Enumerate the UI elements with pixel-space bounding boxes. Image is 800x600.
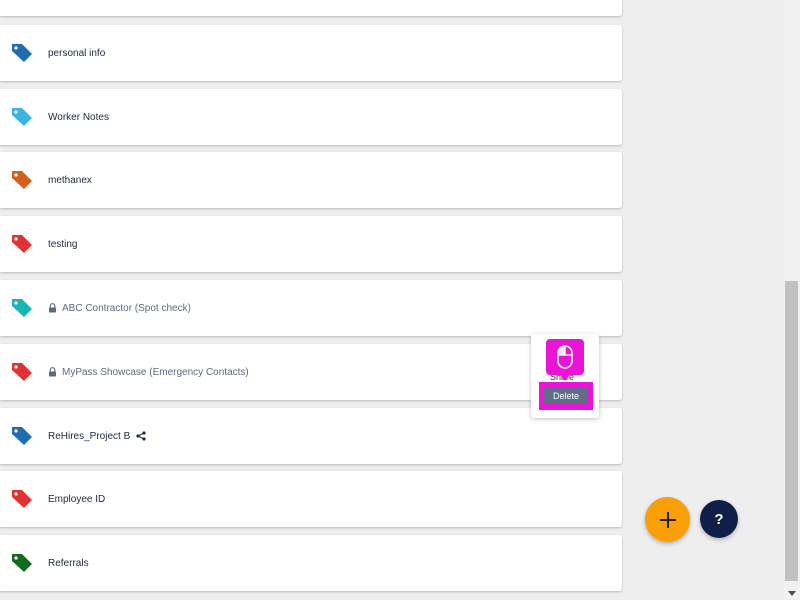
help-button[interactable]: ? xyxy=(700,500,738,538)
scrollbar-thumb[interactable] xyxy=(785,281,798,581)
list-item-label: Worker Notes xyxy=(48,111,109,123)
list-item[interactable]: ABC Contractor (Spot check) xyxy=(0,280,622,336)
list-item[interactable]: personal info xyxy=(0,25,622,81)
tag-icon xyxy=(12,44,32,62)
tag-icon xyxy=(12,235,32,253)
list-item-text: ReHires_Project B xyxy=(48,430,131,442)
mouse-cursor-marker xyxy=(546,339,584,381)
list-item-label: ABC Contractor (Spot check) xyxy=(48,303,191,314)
tag-icon xyxy=(12,171,32,189)
add-button[interactable] xyxy=(645,497,690,542)
tag-icon xyxy=(12,108,32,126)
tag-icon xyxy=(12,299,32,317)
tag-shape xyxy=(12,44,32,62)
list-item-label: personal info xyxy=(48,47,106,59)
list-item-text: MyPass Showcase (Emergency Contacts) xyxy=(62,366,249,378)
list-item[interactable]: Worker Notes xyxy=(0,89,622,145)
plus-icon xyxy=(659,511,676,528)
list-item-label: Referrals xyxy=(48,557,89,569)
list-item-text: ABC Contractor (Spot check) xyxy=(62,302,191,314)
list-item[interactable] xyxy=(0,0,622,16)
list-item-label: MyPass Showcase (Emergency Contacts) xyxy=(48,367,249,378)
tag-icon xyxy=(12,554,32,572)
click-highlight: Delete xyxy=(539,382,593,410)
list-item-label: methanex xyxy=(48,174,92,186)
list-item-label: testing xyxy=(48,238,78,250)
scrollbar[interactable] xyxy=(784,0,800,600)
list-item-label: Employee ID xyxy=(48,493,106,505)
list-item[interactable]: testing xyxy=(0,216,622,272)
tag-icon xyxy=(12,427,32,445)
delete-button[interactable]: Delete xyxy=(544,387,588,404)
lock-icon xyxy=(49,367,56,377)
share-icon xyxy=(136,431,146,441)
context-menu: Share Delete xyxy=(531,334,599,418)
list-item[interactable]: Referrals xyxy=(0,535,622,591)
list-item-label: ReHires_Project B xyxy=(48,431,146,442)
list-item[interactable]: MyPass Showcase (Emergency Contacts) xyxy=(0,344,622,400)
mouse-icon xyxy=(557,345,573,369)
list-item[interactable]: methanex xyxy=(0,152,622,208)
tag-icon xyxy=(12,490,32,508)
list-item[interactable]: ReHires_Project B xyxy=(0,408,622,464)
tag-icon xyxy=(12,363,32,381)
list-item[interactable]: Employee ID xyxy=(0,471,622,527)
scroll-down-arrow-icon[interactable] xyxy=(788,591,796,596)
lock-icon xyxy=(49,303,56,313)
